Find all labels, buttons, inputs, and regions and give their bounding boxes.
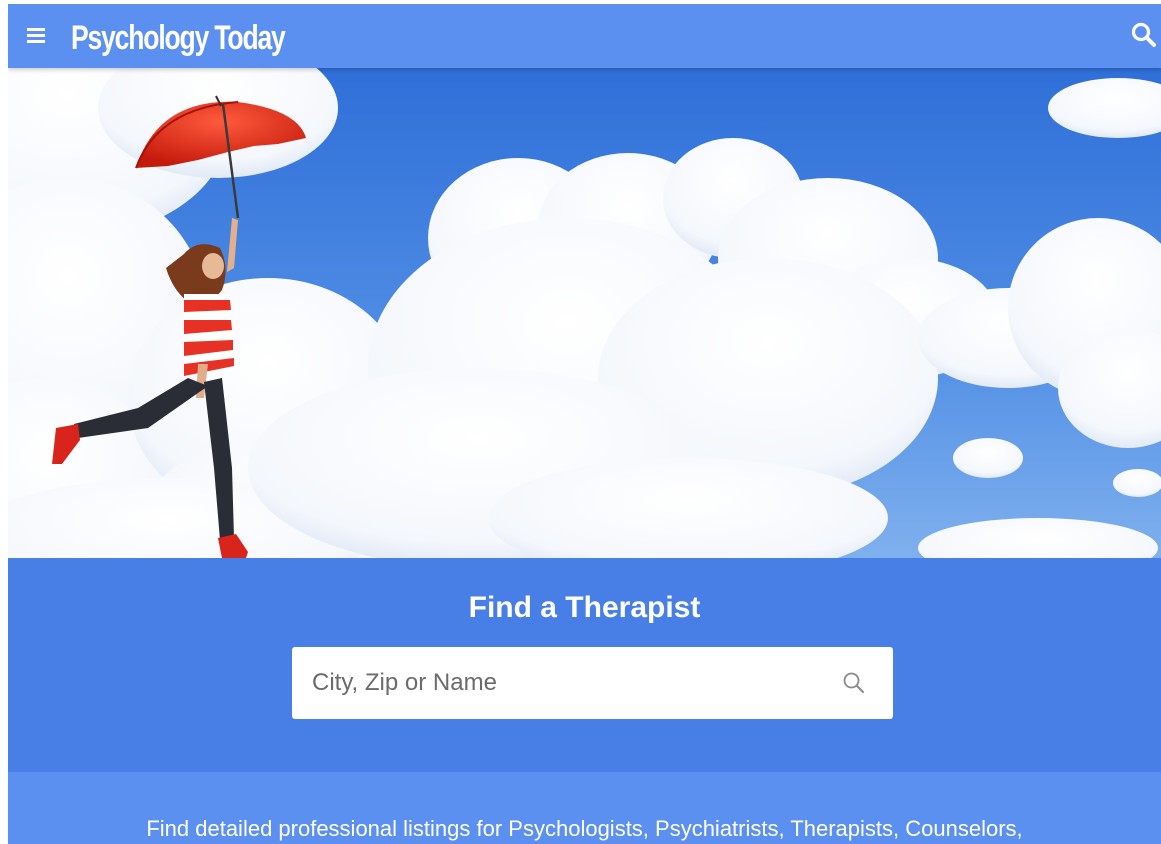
find-therapist-title: Find a Therapist [468, 591, 701, 624]
therapist-search-box [292, 647, 893, 719]
info-panel: Find detailed professional listings for … [8, 772, 1161, 844]
find-therapist-panel: Find a Therapist [8, 558, 1161, 772]
site-logo[interactable]: Psychology Today [71, 18, 286, 58]
search-icon[interactable] [1129, 20, 1159, 50]
therapist-search-input[interactable] [312, 665, 812, 701]
hero-image [8, 68, 1161, 558]
listings-description: Find detailed professional listings for … [146, 816, 1023, 841]
hamburger-menu-icon[interactable] [24, 23, 48, 47]
page: Psychology Today Find a Therapist City, … [8, 4, 1161, 844]
site-header: Psychology Today [8, 4, 1161, 68]
search-icon[interactable] [841, 670, 867, 696]
